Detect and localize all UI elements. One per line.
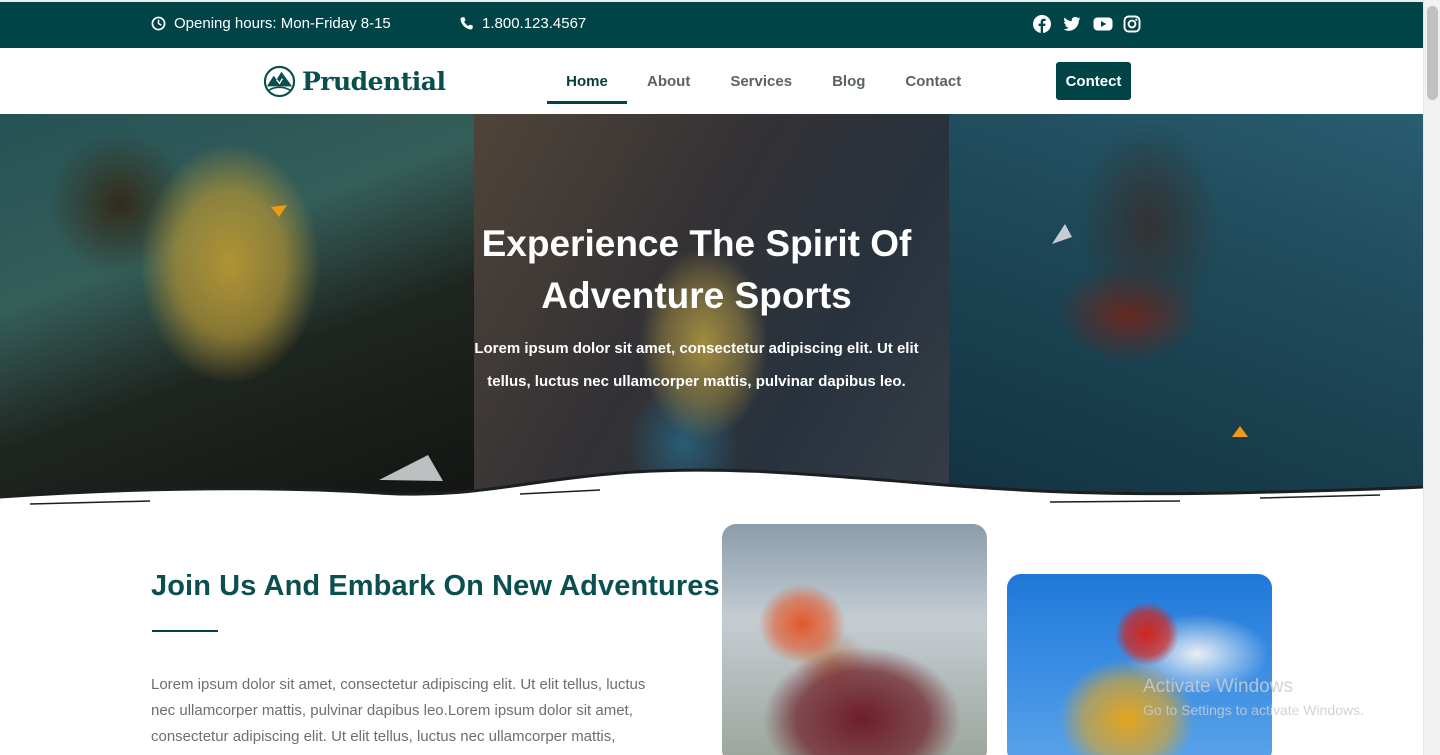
logo-mark-icon bbox=[263, 65, 296, 98]
top-bar: Opening hours: Mon-Friday 8-15 1.800.123… bbox=[0, 0, 1423, 48]
hero-text-line-2: tellus, luctus nec ullamcorper mattis, p… bbox=[487, 373, 906, 390]
phone-number-text: 1.800.123.4567 bbox=[482, 15, 587, 32]
main-nav: Home About Services Blog Contact bbox=[547, 48, 981, 114]
orange-triangle-icon bbox=[1232, 426, 1248, 437]
twitter-icon[interactable] bbox=[1063, 15, 1081, 33]
white-triangle-icon bbox=[1052, 224, 1072, 244]
about-text-line-3: consectetur adipiscing elit. Ut elit tel… bbox=[151, 728, 616, 745]
nav-blog[interactable]: Blog bbox=[812, 48, 885, 114]
activate-windows-watermark: Activate Windows Go to Settings to activ… bbox=[1143, 676, 1364, 718]
brand-name: Prudential bbox=[302, 67, 446, 96]
about-text: Lorem ipsum dolor sit amet, consectetur … bbox=[151, 672, 666, 750]
phone-icon bbox=[460, 17, 473, 30]
hero-title-line-2: Adventure Sports bbox=[541, 275, 852, 316]
page: Opening hours: Mon-Friday 8-15 1.800.123… bbox=[0, 0, 1440, 755]
nav-services[interactable]: Services bbox=[710, 48, 812, 114]
nav-about[interactable]: About bbox=[627, 48, 710, 114]
instagram-icon[interactable] bbox=[1123, 15, 1141, 33]
hero-text-line-1: Lorem ipsum dolor sit amet, consectetur … bbox=[474, 340, 919, 357]
photo-motocross-rider bbox=[1007, 574, 1272, 755]
hero-wave-divider bbox=[0, 468, 1423, 510]
about-text-line-1: Lorem ipsum dolor sit amet, consectetur … bbox=[151, 676, 646, 693]
site-logo[interactable]: Prudential bbox=[263, 65, 446, 98]
opening-hours: Opening hours: Mon-Friday 8-15 bbox=[151, 15, 391, 32]
hero-section: Experience The Spirit Of Adventure Sport… bbox=[0, 114, 1423, 510]
page-scrollbar[interactable] bbox=[1423, 0, 1440, 755]
facebook-icon[interactable] bbox=[1033, 15, 1051, 33]
hero-title: Experience The Spirit Of Adventure Sport… bbox=[474, 218, 919, 322]
orange-triangle-icon bbox=[271, 205, 287, 217]
scrollbar-thumb[interactable] bbox=[1427, 6, 1438, 100]
contact-button[interactable]: Contect bbox=[1056, 62, 1131, 100]
nav-home[interactable]: Home bbox=[547, 48, 627, 114]
phone-number[interactable]: 1.800.123.4567 bbox=[459, 15, 586, 32]
youtube-icon[interactable] bbox=[1093, 15, 1113, 33]
site-header: Prudential Home About Services Blog Cont… bbox=[0, 48, 1423, 114]
photo-mountain-biker bbox=[722, 524, 987, 755]
watermark-title: Activate Windows bbox=[1143, 676, 1293, 697]
social-links bbox=[1033, 15, 1141, 33]
hero-title-line-1: Experience The Spirit Of bbox=[481, 223, 912, 264]
watermark-subtitle: Go to Settings to activate Windows. bbox=[1143, 702, 1364, 718]
title-underline bbox=[152, 630, 218, 632]
about-text-line-2: nec ullamcorper mattis, pulvinar dapibus… bbox=[151, 702, 633, 719]
nav-contact[interactable]: Contact bbox=[885, 48, 981, 114]
opening-hours-text: Opening hours: Mon-Friday 8-15 bbox=[174, 15, 391, 32]
hero-text: Lorem ipsum dolor sit amet, consectetur … bbox=[474, 332, 919, 398]
clock-icon bbox=[151, 16, 166, 31]
about-title: Join Us And Embark On New Adventures bbox=[151, 570, 720, 602]
